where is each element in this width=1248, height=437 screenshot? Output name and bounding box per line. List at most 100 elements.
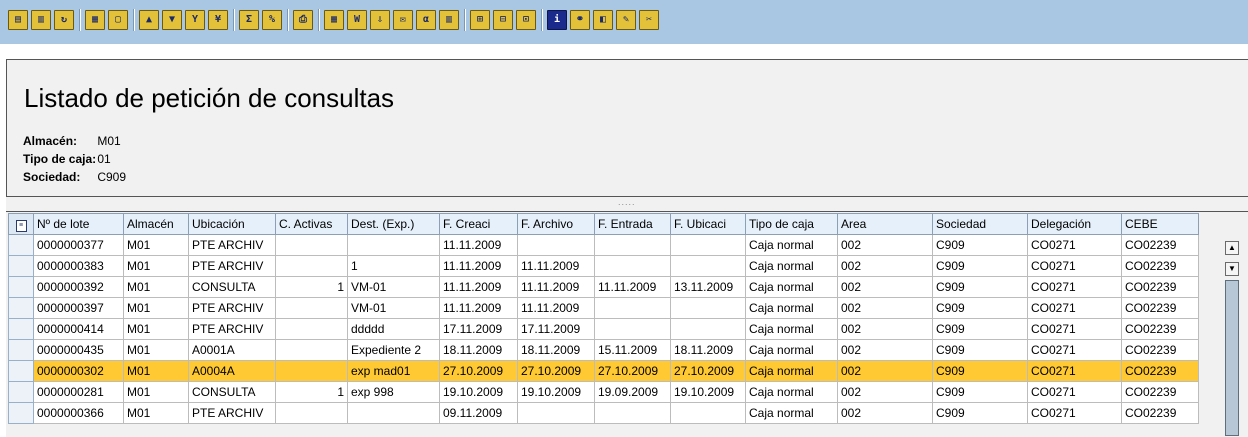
splitter-grip[interactable]: .....: [618, 197, 636, 207]
table-cell[interactable]: CO0271: [1027, 339, 1122, 361]
table-cell[interactable]: C909: [932, 255, 1028, 277]
sort-ascending-button[interactable]: ▲: [139, 10, 159, 30]
table-cell[interactable]: 002: [837, 276, 933, 298]
column-header[interactable]: F. Archivo: [517, 213, 595, 235]
select-all-button[interactable]: ▦: [85, 10, 105, 30]
row-selector[interactable]: [8, 339, 34, 361]
table-cell[interactable]: Caja normal: [745, 234, 838, 256]
export-spreadsheet-button[interactable]: ▦: [324, 10, 344, 30]
table-cell[interactable]: [594, 297, 671, 319]
column-header[interactable]: Delegación: [1027, 213, 1122, 235]
table-cell[interactable]: CO02239: [1121, 360, 1199, 382]
table-cell[interactable]: [594, 318, 671, 340]
table-cell[interactable]: CO0271: [1027, 318, 1122, 340]
send-mail-button[interactable]: ✉: [393, 10, 413, 30]
table-row[interactable]: 0000000392 M01 CONSULTA 1 VM-01 11.11.2009 11.…: [8, 276, 1199, 298]
table-cell[interactable]: 19.09.2009: [594, 381, 671, 403]
table-cell[interactable]: Caja normal: [745, 297, 838, 319]
subtotal-button[interactable]: %: [262, 10, 282, 30]
table-cell[interactable]: CO0271: [1027, 297, 1122, 319]
table-cell[interactable]: [347, 402, 440, 424]
table-cell[interactable]: Caja normal: [745, 402, 838, 424]
table-cell[interactable]: [517, 402, 595, 424]
filter-button[interactable]: Y: [185, 10, 205, 30]
table-row[interactable]: 0000000414 M01 PTE ARCHIV ddddd 17.11.2009 17…: [8, 318, 1199, 340]
table-cell[interactable]: CO02239: [1121, 297, 1199, 319]
table-cell[interactable]: 002: [837, 318, 933, 340]
row-selector[interactable]: [8, 234, 34, 256]
refresh-button[interactable]: ↻: [54, 10, 74, 30]
column-header[interactable]: Sociedad: [932, 213, 1028, 235]
table-cell[interactable]: [275, 339, 348, 361]
table-cell[interactable]: 0000000383: [33, 255, 124, 277]
table-cell[interactable]: A0004A: [188, 360, 276, 382]
table-cell[interactable]: 11.11.2009: [517, 297, 595, 319]
table-cell[interactable]: ddddd: [347, 318, 440, 340]
table-cell[interactable]: CONSULTA: [188, 276, 276, 298]
table-cell[interactable]: 18.11.2009: [439, 339, 518, 361]
table-cell[interactable]: CO0271: [1027, 402, 1122, 424]
table-cell[interactable]: [275, 318, 348, 340]
table-cell[interactable]: CO02239: [1121, 381, 1199, 403]
table-cell[interactable]: [670, 318, 746, 340]
table-cell[interactable]: 002: [837, 360, 933, 382]
table-cell[interactable]: 0000000377: [33, 234, 124, 256]
table-cell[interactable]: CO02239: [1121, 234, 1199, 256]
table-cell[interactable]: 002: [837, 381, 933, 403]
information-button[interactable]: i: [547, 10, 567, 30]
column-header[interactable]: F. Ubicaci: [670, 213, 746, 235]
table-cell[interactable]: C909: [932, 297, 1028, 319]
table-cell[interactable]: 1: [347, 255, 440, 277]
table-cell[interactable]: CO02239: [1121, 339, 1199, 361]
table-cell[interactable]: 0000000414: [33, 318, 124, 340]
table-cell[interactable]: 0000000366: [33, 402, 124, 424]
row-selector[interactable]: [8, 318, 34, 340]
table-cell[interactable]: [517, 234, 595, 256]
column-header[interactable]: Ubicación: [188, 213, 276, 235]
column-header[interactable]: Area: [837, 213, 933, 235]
table-cell[interactable]: 19.10.2009: [517, 381, 595, 403]
table-cell[interactable]: [594, 402, 671, 424]
table-cell[interactable]: CONSULTA: [188, 381, 276, 403]
table-cell[interactable]: C909: [932, 318, 1028, 340]
column-header[interactable]: CEBE: [1121, 213, 1199, 235]
save-layout-button[interactable]: ⊡: [516, 10, 536, 30]
column-header[interactable]: C. Activas: [275, 213, 348, 235]
table-cell[interactable]: [670, 297, 746, 319]
table-cell[interactable]: PTE ARCHIV: [188, 255, 276, 277]
table-cell[interactable]: 0000000392: [33, 276, 124, 298]
column-header[interactable]: Almacén: [123, 213, 189, 235]
table-cell[interactable]: 002: [837, 234, 933, 256]
table-cell[interactable]: 19.10.2009: [439, 381, 518, 403]
table-cell[interactable]: Caja normal: [745, 318, 838, 340]
table-cell[interactable]: 11.11.2009: [439, 297, 518, 319]
scroll-up-button[interactable]: ▲: [1225, 241, 1239, 255]
table-cell[interactable]: 18.11.2009: [670, 339, 746, 361]
documents-button[interactable]: ◧: [593, 10, 613, 30]
table-cell[interactable]: [347, 234, 440, 256]
row-selector[interactable]: [8, 402, 34, 424]
graphic-button[interactable]: ▥: [439, 10, 459, 30]
table-cell[interactable]: 1: [275, 276, 348, 298]
column-header[interactable]: F. Entrada: [594, 213, 671, 235]
table-cell[interactable]: Expediente 2: [347, 339, 440, 361]
table-cell[interactable]: Caja normal: [745, 381, 838, 403]
table-cell[interactable]: 002: [837, 402, 933, 424]
details-button[interactable]: ▤: [8, 10, 28, 30]
table-cell[interactable]: PTE ARCHIV: [188, 297, 276, 319]
table-cell[interactable]: 09.11.2009: [439, 402, 518, 424]
table-cell[interactable]: C909: [932, 402, 1028, 424]
table-cell[interactable]: CO0271: [1027, 276, 1122, 298]
table-cell[interactable]: 11.11.2009: [594, 276, 671, 298]
table-cell[interactable]: exp 998: [347, 381, 440, 403]
table-cell[interactable]: 11.11.2009: [517, 255, 595, 277]
deselect-all-button[interactable]: ▢: [108, 10, 128, 30]
table-cell[interactable]: [670, 402, 746, 424]
table-cell[interactable]: 002: [837, 255, 933, 277]
table-cell[interactable]: Caja normal: [745, 360, 838, 382]
table-cell[interactable]: 27.10.2009: [439, 360, 518, 382]
table-cell[interactable]: M01: [123, 318, 189, 340]
table-cell[interactable]: M01: [123, 402, 189, 424]
column-header[interactable]: Tipo de caja: [745, 213, 838, 235]
column-header[interactable]: Nº de lote: [33, 213, 124, 235]
